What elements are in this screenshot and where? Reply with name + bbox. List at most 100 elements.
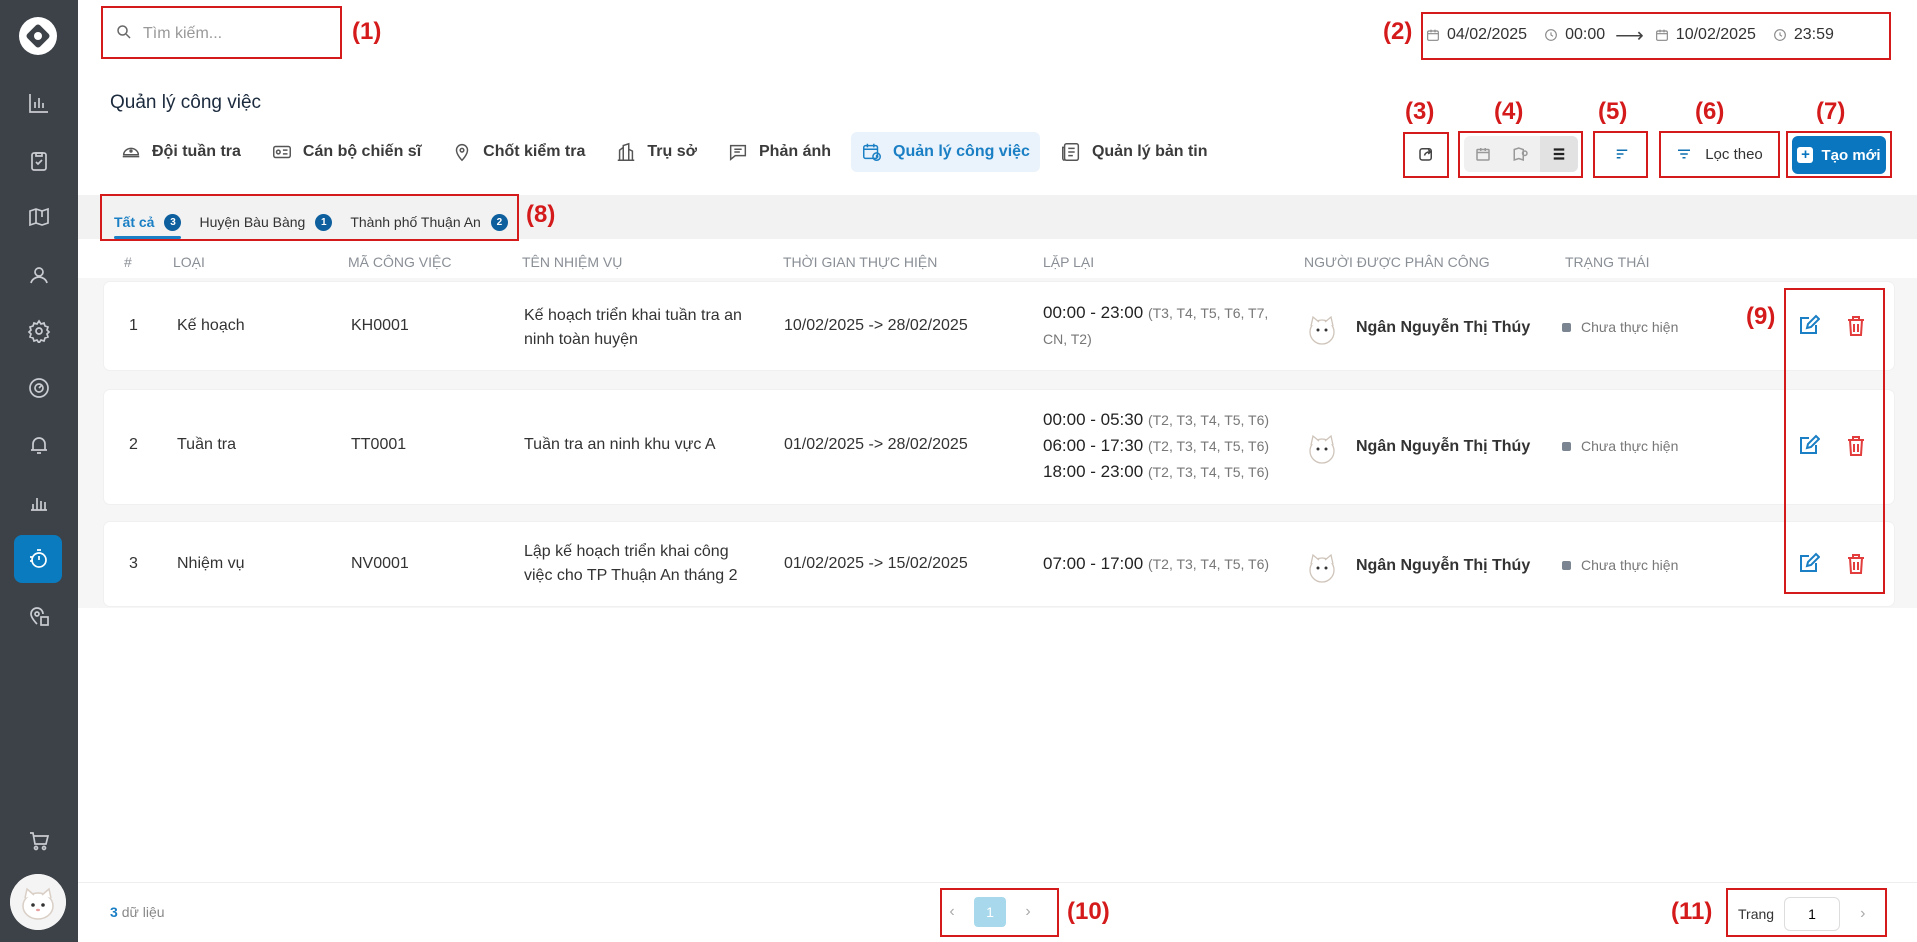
table-row[interactable]: 2 Tuần tra TT0001 Tuần tra an ninh khu v…: [104, 390, 1894, 504]
task-code: NV0001: [351, 555, 409, 572]
tab-officers[interactable]: Cán bộ chiến sĩ: [261, 132, 431, 172]
annotation-box-4: [1458, 131, 1583, 178]
annotation-label-10: (10): [1067, 898, 1110, 925]
status-text: Chưa thực hiện: [1581, 557, 1679, 573]
patrol-hat-icon: [122, 147, 140, 158]
newspaper-icon: [1061, 143, 1080, 161]
annotation-box-10: [940, 888, 1059, 937]
record-count: 3 dữ liệu: [110, 904, 165, 920]
repeat-schedule: 07:00 - 17:00 (T2, T3, T4, T5, T6): [1043, 554, 1270, 573]
settings-icon[interactable]: [24, 316, 54, 346]
task-type: Tuần tra: [177, 436, 236, 453]
column-header[interactable]: LẶP LẠI: [1043, 254, 1094, 270]
tab-label: Cán bộ chiến sĩ: [302, 143, 422, 160]
tab-label: Chốt kiểm tra: [483, 143, 586, 160]
assignee-name: Ngân Nguyễn Thị Thúy: [1356, 438, 1531, 455]
assignee: Ngân Nguyễn Thị Thúy: [1306, 308, 1530, 348]
annotation-label-5: (5): [1598, 98, 1628, 125]
task-name: Kế hoạch triển khai tuần tra an ninh toàn…: [524, 307, 742, 348]
tab-label: Đội tuần tra: [152, 143, 241, 160]
chat-icon: [729, 144, 747, 161]
assignee-avatar: [1309, 315, 1335, 345]
stats-chart-icon[interactable]: [24, 88, 54, 118]
assignee-name: Ngân Nguyễn Thị Thúy: [1356, 557, 1531, 574]
status-text: Chưa thực hiện: [1581, 438, 1679, 454]
annotation-label-7: (7): [1816, 98, 1846, 125]
building-icon: [618, 142, 635, 161]
tab-label: Quản lý công việc: [893, 143, 1030, 160]
assignee-avatar: [1309, 434, 1335, 464]
table-row[interactable]: 1 Kế hoạch KH0001 Kế hoạch triển khai tu…: [104, 282, 1894, 370]
task-period: 01/02/2025 -> 15/02/2025: [784, 555, 968, 572]
annotation-label-2: (2): [1383, 18, 1413, 45]
status-text: Chưa thực hiện: [1581, 319, 1679, 335]
officer-group-icon[interactable]: [24, 260, 54, 290]
table-row[interactable]: 3 Nhiệm vụ NV0001 Lập kế hoạch triển kha…: [104, 522, 1894, 606]
tab-task-management[interactable]: Quản lý công việc: [851, 132, 1040, 172]
annotation-box-3: [1403, 132, 1449, 178]
map-pin-icon[interactable]: [24, 202, 54, 232]
task-code: TT0001: [351, 436, 407, 453]
annotation-box-5: [1593, 131, 1648, 178]
location-pin-icon: [455, 144, 469, 162]
annotation-label-3: (3): [1405, 98, 1435, 125]
annotation-label-4: (4): [1494, 98, 1524, 125]
tab-label: Quản lý bản tin: [1091, 143, 1208, 160]
status-dot: [1562, 322, 1571, 332]
annotation-box-11: [1726, 888, 1887, 937]
column-header[interactable]: TRẠNG THÁI: [1565, 254, 1650, 270]
annotation-box-1: [101, 6, 342, 59]
annotation-label-8: (8): [526, 201, 556, 228]
task-type: Nhiệm vụ: [177, 555, 245, 572]
annotation-box-8: [100, 194, 519, 241]
alarm-bell-icon[interactable]: [24, 430, 54, 460]
bar-chart-icon[interactable]: [24, 487, 54, 517]
annotation-label-6: (6): [1695, 98, 1725, 125]
assignee-name: Ngân Nguyễn Thị Thúy: [1356, 319, 1531, 336]
column-header[interactable]: MÃ CÔNG VIỆC: [348, 254, 451, 270]
module-tabs: Đội tuần tra Cán bộ chiến sĩ Chốt kiểm t…: [110, 132, 1228, 172]
annotation-label-9: (9): [1746, 303, 1776, 330]
assignee: Ngân Nguyễn Thị Thúy: [1306, 546, 1530, 586]
task-name: Tuần tra an ninh khu vực A: [524, 436, 716, 453]
tab-headquarters[interactable]: Trụ sở: [605, 132, 707, 172]
annotation-box-6: [1659, 131, 1780, 178]
assignee: Ngân Nguyễn Thị Thúy: [1306, 427, 1530, 467]
calendar-clock-icon: [863, 143, 881, 161]
clipboard-check-icon[interactable]: [24, 146, 54, 176]
id-card-icon: [272, 145, 291, 159]
tab-checkpoints[interactable]: Chốt kiểm tra: [441, 132, 595, 172]
tab-label: Trụ sở: [647, 143, 697, 160]
status-dot: [1562, 441, 1571, 451]
column-header[interactable]: TÊN NHIỆM VỤ: [522, 254, 622, 270]
row-index: 3: [129, 555, 138, 572]
speedometer-icon[interactable]: [24, 373, 54, 403]
tab-feedback[interactable]: Phản ánh: [717, 132, 841, 172]
cart-icon[interactable]: [24, 826, 54, 856]
repeat-schedule: 00:00 - 23:00 (T3, T4, T5, T6, T7, CN, T…: [1043, 303, 1269, 347]
sidebar: [0, 0, 78, 942]
tab-news-management[interactable]: Quản lý bản tin: [1050, 132, 1218, 172]
task-period: 10/02/2025 -> 28/02/2025: [784, 317, 968, 334]
repeat-schedule: 00:00 - 05:30 (T2, T3, T4, T5, T6) 06:00…: [1043, 410, 1270, 481]
annotation-label-1: (1): [352, 18, 382, 45]
task-period: 01/02/2025 -> 28/02/2025: [784, 436, 968, 453]
user-avatar[interactable]: [10, 874, 66, 930]
page-title: Quản lý công việc: [110, 92, 262, 113]
column-header[interactable]: THỜI GIAN THỰC HIỆN: [783, 254, 937, 270]
task-timer-icon[interactable]: [14, 535, 62, 583]
location-building-icon[interactable]: [24, 601, 54, 631]
row-index: 1: [129, 317, 138, 334]
annotation-box-9: [1784, 288, 1885, 594]
column-header[interactable]: NGƯỜI ĐƯỢC PHÂN CÔNG: [1304, 254, 1490, 270]
app-logo[interactable]: [19, 17, 57, 55]
tab-patrol-team[interactable]: Đội tuần tra: [110, 132, 251, 172]
annotation-box-2: [1421, 12, 1891, 60]
task-type: Kế hoạch: [177, 317, 245, 334]
table-header: # LOẠI MÃ CÔNG VIỆC TÊN NHIỆM VỤ THỜI GI…: [78, 246, 1917, 278]
assignee-avatar: [1309, 553, 1335, 583]
column-header: #: [124, 254, 132, 270]
column-header[interactable]: LOẠI: [173, 254, 205, 270]
status: Chưa thực hiện: [1562, 557, 1678, 573]
task-code: KH0001: [351, 317, 409, 334]
